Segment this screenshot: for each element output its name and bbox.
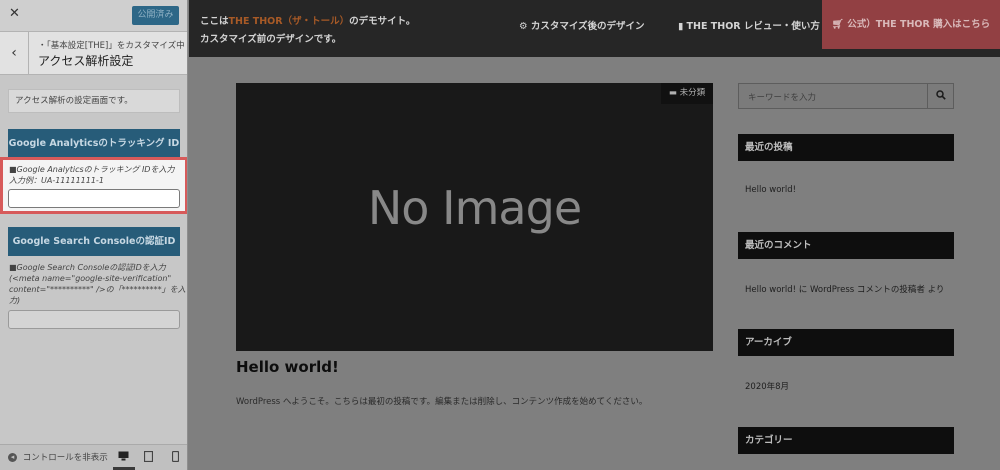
recent-post-link[interactable]: Hello world!: [745, 185, 796, 195]
site-preview: ここはTHE THOR（ザ・トール）のデモサイト。 カスタマイズ前のデザインです…: [189, 0, 1000, 470]
gsc-field-label: ■Google Search Consoleの認証IDを入力: [9, 263, 166, 272]
category-badge-label: 未分類: [679, 88, 706, 98]
search-icon: [935, 90, 946, 100]
ga-field-label: ■Google Analyticsのトラッキング IDを入力: [9, 165, 175, 174]
ga-tracking-id-input[interactable]: [8, 189, 180, 208]
section-header: ‹ ・「基本設定[THE]」をカスタマイズ中 アクセス解析設定: [0, 31, 187, 75]
arrow-left-circle-icon: ◂: [8, 453, 17, 462]
nav-customized-design[interactable]: ⚙ カスタマイズ後のデザイン: [519, 18, 645, 32]
cart-icon: 🛒︎: [831, 19, 848, 30]
nav-review-label: THE THOR レビュー・使い方: [686, 21, 820, 32]
archive-link[interactable]: 2020年8月: [745, 380, 789, 392]
site-desc-suffix: のデモサイト。: [349, 16, 416, 27]
search-button[interactable]: [927, 84, 953, 108]
post-thumbnail[interactable]: No Image ▬ 未分類: [236, 83, 713, 351]
gsc-verification-id-input[interactable]: [8, 310, 180, 329]
category-badge[interactable]: ▬ 未分類: [661, 83, 713, 104]
gears-icon: ⚙: [519, 21, 531, 32]
widget-title-recent-posts: 最近の投稿: [738, 134, 954, 161]
close-icon[interactable]: ✕: [9, 6, 20, 21]
gsc-field-hint-1: (<meta name="google-site-verification": [9, 274, 172, 283]
site-description-line2: カスタマイズ前のデザインです。: [200, 34, 342, 45]
customizer-sidebar: ✕ 公開済み ‹ ・「基本設定[THE]」をカスタマイズ中 アクセス解析設定 ア…: [0, 0, 188, 470]
folder-icon: ▬: [668, 88, 680, 98]
gsc-heading-button: Google Search Consoleの認証ID: [8, 227, 180, 256]
gsc-field-hint-3: 力): [9, 296, 21, 305]
section-description: アクセス解析の設定画面です。: [8, 89, 180, 113]
nav-buy-label: 公式）THE THOR 購入はこちら: [847, 19, 991, 30]
gsc-field-hint-2: content="**********" />の「**********」を入: [9, 285, 186, 294]
site-header: ここはTHE THOR（ザ・トール）のデモサイト。 カスタマイズ前のデザインです…: [189, 0, 1000, 57]
ga-field-example: 入力例：UA-11111111-1: [9, 176, 104, 185]
ga-heading-button: Google Analyticsのトラッキング ID: [8, 129, 180, 158]
nav-review[interactable]: ▮ THE THOR レビュー・使い方: [678, 18, 820, 32]
customizer-top-bar: ✕ 公開済み: [0, 0, 187, 31]
desktop-icon[interactable]: [118, 451, 129, 464]
nav-customized-label: カスタマイズ後のデザイン: [530, 21, 645, 32]
widget-title-category: カテゴリー: [738, 427, 954, 454]
section-title: アクセス解析設定: [38, 54, 134, 68]
no-image-text: No Image: [367, 181, 582, 235]
publish-button[interactable]: 公開済み: [132, 6, 179, 25]
hide-controls-label: コントロールを非表示: [22, 453, 108, 463]
search-widget: キーワードを入力: [738, 83, 954, 109]
site-brand-link[interactable]: THE THOR（ザ・トール）: [229, 16, 350, 27]
back-button[interactable]: ‹: [0, 32, 29, 74]
mobile-icon[interactable]: [171, 450, 180, 465]
chevron-left-icon: ‹: [11, 45, 17, 61]
customizer-footer: ◂ コントロールを非表示: [0, 444, 187, 470]
nav-buy-button[interactable]: 🛒︎ 公式）THE THOR 購入はこちら: [822, 0, 1000, 49]
recent-comment-link[interactable]: Hello world! に WordPress コメントの投稿者 より: [745, 283, 944, 295]
site-description: ここはTHE THOR（ザ・トール）のデモサイト。: [200, 13, 415, 27]
book-icon: ▮: [678, 21, 687, 32]
post-title[interactable]: Hello world!: [236, 358, 339, 376]
post-excerpt: WordPress へようこそ。こちらは最初の投稿です。編集または削除し、コンテ…: [236, 397, 648, 407]
hide-controls-button[interactable]: ◂ コントロールを非表示: [8, 451, 108, 463]
widget-title-recent-comments: 最近のコメント: [738, 232, 954, 259]
widget-title-archive: アーカイブ: [738, 329, 954, 356]
tablet-icon[interactable]: [143, 450, 154, 465]
search-input[interactable]: キーワードを入力: [748, 91, 816, 103]
breadcrumb: ・「基本設定[THE]」をカスタマイズ中: [38, 41, 185, 51]
site-desc-prefix: ここは: [200, 16, 229, 27]
